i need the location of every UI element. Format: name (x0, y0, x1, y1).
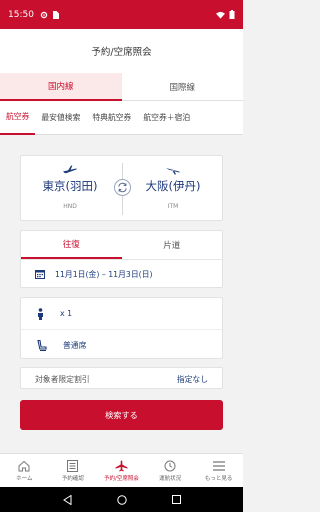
seat-icon (37, 339, 47, 351)
bottom-nav: ホーム 予約確認 予約/空席照会 運航状況 もっと見る (0, 453, 243, 487)
seat-class-selector[interactable]: 普通席 (21, 329, 222, 360)
seat-class: 普通席 (63, 340, 87, 350)
route-card: 東京(羽田) HND 大阪(伊丹) ITM (20, 155, 223, 221)
menu-icon (212, 460, 225, 471)
departure-city: 東京(羽田) (42, 179, 98, 193)
travel-dates: 11月1日(金) – 11月3日(日) (55, 269, 153, 279)
nav-home-label: ホーム (16, 476, 33, 482)
arrival-city: 大阪(伊丹) (145, 179, 201, 193)
plane-icon (115, 460, 128, 471)
settings-icon (40, 11, 48, 18)
calendar-icon (35, 270, 45, 279)
plane-icon (63, 165, 77, 174)
battery-icon (229, 10, 235, 19)
discount-label: 対象者限定割引 (35, 374, 90, 384)
clock-icon (164, 460, 176, 471)
page-header: 予約/空席照会 (0, 29, 243, 73)
discount-selector[interactable]: 対象者限定割引 指定なし (21, 368, 222, 390)
nav-booking-check-label: 予約確認 (61, 476, 84, 482)
nav-home[interactable]: ホーム (0, 454, 49, 487)
page-title: 予約/空席照会 (91, 47, 152, 58)
nav-flight-status-label: 運航状況 (159, 476, 182, 482)
discount-value: 指定なし (176, 374, 208, 384)
list-icon (67, 459, 79, 472)
passenger-card: x 1 普通席 (20, 297, 223, 359)
wifi-icon (216, 11, 225, 19)
tab-round-trip[interactable]: 往復 (21, 231, 122, 259)
trip-card: 往復 片道 11月1日(金) – 11月3日(日) (20, 230, 223, 288)
arrival-selector[interactable]: 大阪(伊丹) ITM (128, 156, 218, 222)
date-selector[interactable]: 11月1日(金) – 11月3日(日) (21, 260, 222, 288)
search-type-tabs: 航空券 最安値検索 特典航空券 航空券＋宿泊 (0, 101, 243, 135)
departure-code: HND (63, 203, 77, 210)
arrival-code: ITM (167, 203, 179, 210)
nav-reservation[interactable]: 予約/空席照会 (97, 454, 146, 487)
plane-icon (166, 168, 180, 175)
person-icon (38, 307, 43, 320)
recents-icon[interactable] (171, 495, 181, 504)
tab-award-ticket[interactable]: 特典航空券 (86, 101, 137, 135)
tab-air-hotel[interactable]: 航空券＋宿泊 (137, 101, 196, 135)
passenger-count: x 1 (60, 309, 73, 318)
back-icon[interactable] (62, 494, 72, 505)
passenger-count-selector[interactable]: x 1 (21, 298, 222, 329)
sim-icon (52, 10, 59, 19)
nav-flight-status[interactable]: 運航状況 (146, 454, 195, 487)
home-circle-icon[interactable] (116, 494, 127, 505)
route-type-segment: 国内線 国際線 (0, 73, 243, 101)
search-form: 東京(羽田) HND 大阪(伊丹) ITM 往復 片道 11月1日(金) – 1… (0, 135, 243, 389)
departure-selector[interactable]: 東京(羽田) HND (25, 156, 115, 222)
system-nav-bar (0, 487, 243, 512)
home-icon (18, 460, 30, 471)
tab-airfare[interactable]: 航空券 (0, 101, 36, 135)
search-button[interactable]: 検索する (20, 400, 223, 430)
discount-card: 対象者限定割引 指定なし (20, 367, 223, 389)
nav-booking-check[interactable]: 予約確認 (49, 454, 98, 487)
segment-domestic[interactable]: 国内線 (0, 73, 122, 101)
status-time: 15:50 (8, 9, 34, 20)
tab-one-way[interactable]: 片道 (122, 231, 223, 259)
swap-icon (118, 182, 127, 193)
tab-lowest-fare[interactable]: 最安値検索 (35, 101, 86, 135)
nav-more-label: もっと見る (204, 476, 233, 482)
trip-type-tabs: 往復 片道 (21, 231, 222, 260)
status-bar: 15:50 (0, 0, 243, 29)
nav-more[interactable]: もっと見る (194, 454, 243, 487)
segment-international[interactable]: 国際線 (121, 73, 243, 101)
nav-reservation-label: 予約/空席照会 (104, 476, 139, 482)
